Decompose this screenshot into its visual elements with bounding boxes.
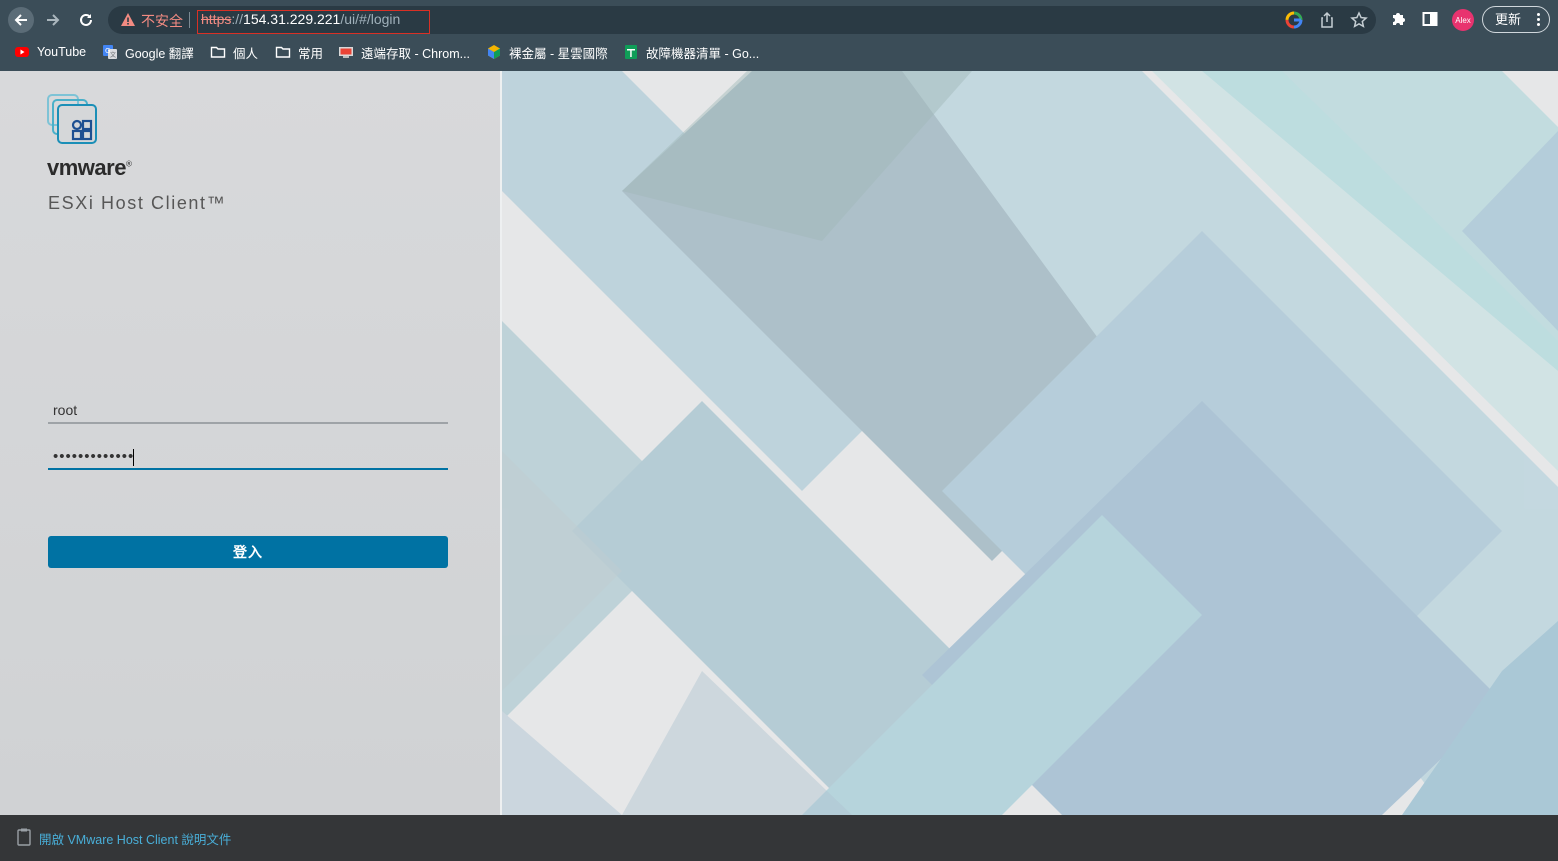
- browser-chrome: 不安全 https://154.31.229.221/ui/#/login Al…: [0, 0, 1558, 71]
- more-vertical-icon: [1537, 13, 1540, 26]
- bookmark-star-icon[interactable]: [1350, 11, 1368, 29]
- bookmark-bare-metal[interactable]: 裸金屬 - 星雲國際: [486, 43, 608, 61]
- registered-mark: ®: [125, 159, 132, 169]
- folder-icon: [210, 46, 226, 58]
- background-pattern: [502, 71, 1558, 815]
- password-field[interactable]: [48, 444, 448, 470]
- bookmark-label: 遠端存取 - Chrom...: [361, 46, 471, 61]
- bookmarks-bar: YouTube G 文 Google 翻譯 個人 常用 遠端存取 - Chrom…: [0, 39, 1558, 65]
- vmware-wordmark: vmware®: [47, 155, 132, 181]
- profile-avatar[interactable]: Alex: [1452, 9, 1474, 31]
- vmware-host-client-logo-icon: [47, 94, 97, 144]
- bookmark-label: Google 翻譯: [125, 46, 194, 61]
- cube-icon: [488, 45, 500, 59]
- side-panel-icon: [1422, 12, 1438, 26]
- login-panel: vmware® ESXi Host Client™ 登入: [0, 71, 502, 815]
- puzzle-icon: [1393, 13, 1405, 25]
- bookmark-label: 故障機器清單 - Go...: [646, 46, 760, 61]
- page-footer: 開啟 VMware Host Client 說明文件: [0, 815, 1558, 861]
- bookmark-youtube[interactable]: YouTube: [14, 43, 86, 61]
- back-button[interactable]: [8, 7, 34, 33]
- extensions-button[interactable]: [1389, 9, 1409, 29]
- bookmark-label: 常用: [298, 46, 324, 61]
- share-icon[interactable]: [1318, 11, 1336, 29]
- url-text[interactable]: https://154.31.229.221/ui/#/login: [201, 11, 400, 27]
- arrow-left-icon: [14, 14, 27, 26]
- folder-icon: [275, 46, 291, 58]
- browser-toolbar: 不安全 https://154.31.229.221/ui/#/login Al…: [0, 0, 1558, 38]
- bookmark-label: 個人: [233, 46, 259, 61]
- update-label: 更新: [1495, 12, 1522, 27]
- url-path: /ui/#/login: [340, 11, 401, 27]
- update-button[interactable]: 更新: [1482, 6, 1550, 33]
- remote-access-icon: [339, 47, 353, 58]
- url-host: 154.31.229.221: [243, 11, 341, 27]
- text-caret: [133, 449, 134, 466]
- username-field[interactable]: [48, 398, 448, 424]
- address-bar[interactable]: 不安全 https://154.31.229.221/ui/#/login: [108, 6, 1376, 34]
- bookmark-google-translate[interactable]: G 文 Google 翻譯: [102, 43, 194, 61]
- svg-text:文: 文: [110, 51, 116, 59]
- page-content: vmware® ESXi Host Client™ 登入: [0, 71, 1558, 815]
- google-translate-icon: G 文: [103, 45, 117, 59]
- reload-icon: [80, 13, 92, 26]
- help-documentation-link[interactable]: 開啟 VMware Host Client 說明文件: [39, 829, 231, 848]
- product-title: ESXi Host Client™: [48, 193, 227, 213]
- login-button[interactable]: 登入: [48, 536, 448, 568]
- warning-icon[interactable]: [120, 12, 136, 28]
- bookmark-label: 裸金屬 - 星雲國際: [509, 46, 608, 61]
- forward-button[interactable]: [40, 7, 66, 33]
- url-scheme: https: [201, 11, 232, 27]
- side-panel-button[interactable]: [1420, 9, 1440, 29]
- bookmark-fault-list[interactable]: 故障機器清單 - Go...: [623, 43, 759, 61]
- url-scheme-separator: ://: [231, 11, 244, 27]
- document-icon: [17, 828, 31, 846]
- arrow-right-icon: [47, 14, 60, 26]
- brand-name: vmware: [47, 155, 126, 180]
- insecure-label[interactable]: 不安全: [141, 11, 183, 31]
- omnibox-divider: [189, 12, 190, 28]
- google-lens-icon[interactable]: [1285, 11, 1303, 29]
- sheets-icon: [625, 45, 637, 59]
- bookmark-folder-personal[interactable]: 個人: [210, 43, 258, 61]
- bookmark-folder-common[interactable]: 常用: [275, 43, 323, 61]
- bookmark-label: YouTube: [37, 45, 87, 59]
- bookmark-remote-access[interactable]: 遠端存取 - Chrom...: [338, 43, 470, 61]
- reload-button[interactable]: [73, 7, 99, 33]
- youtube-icon: [15, 47, 29, 57]
